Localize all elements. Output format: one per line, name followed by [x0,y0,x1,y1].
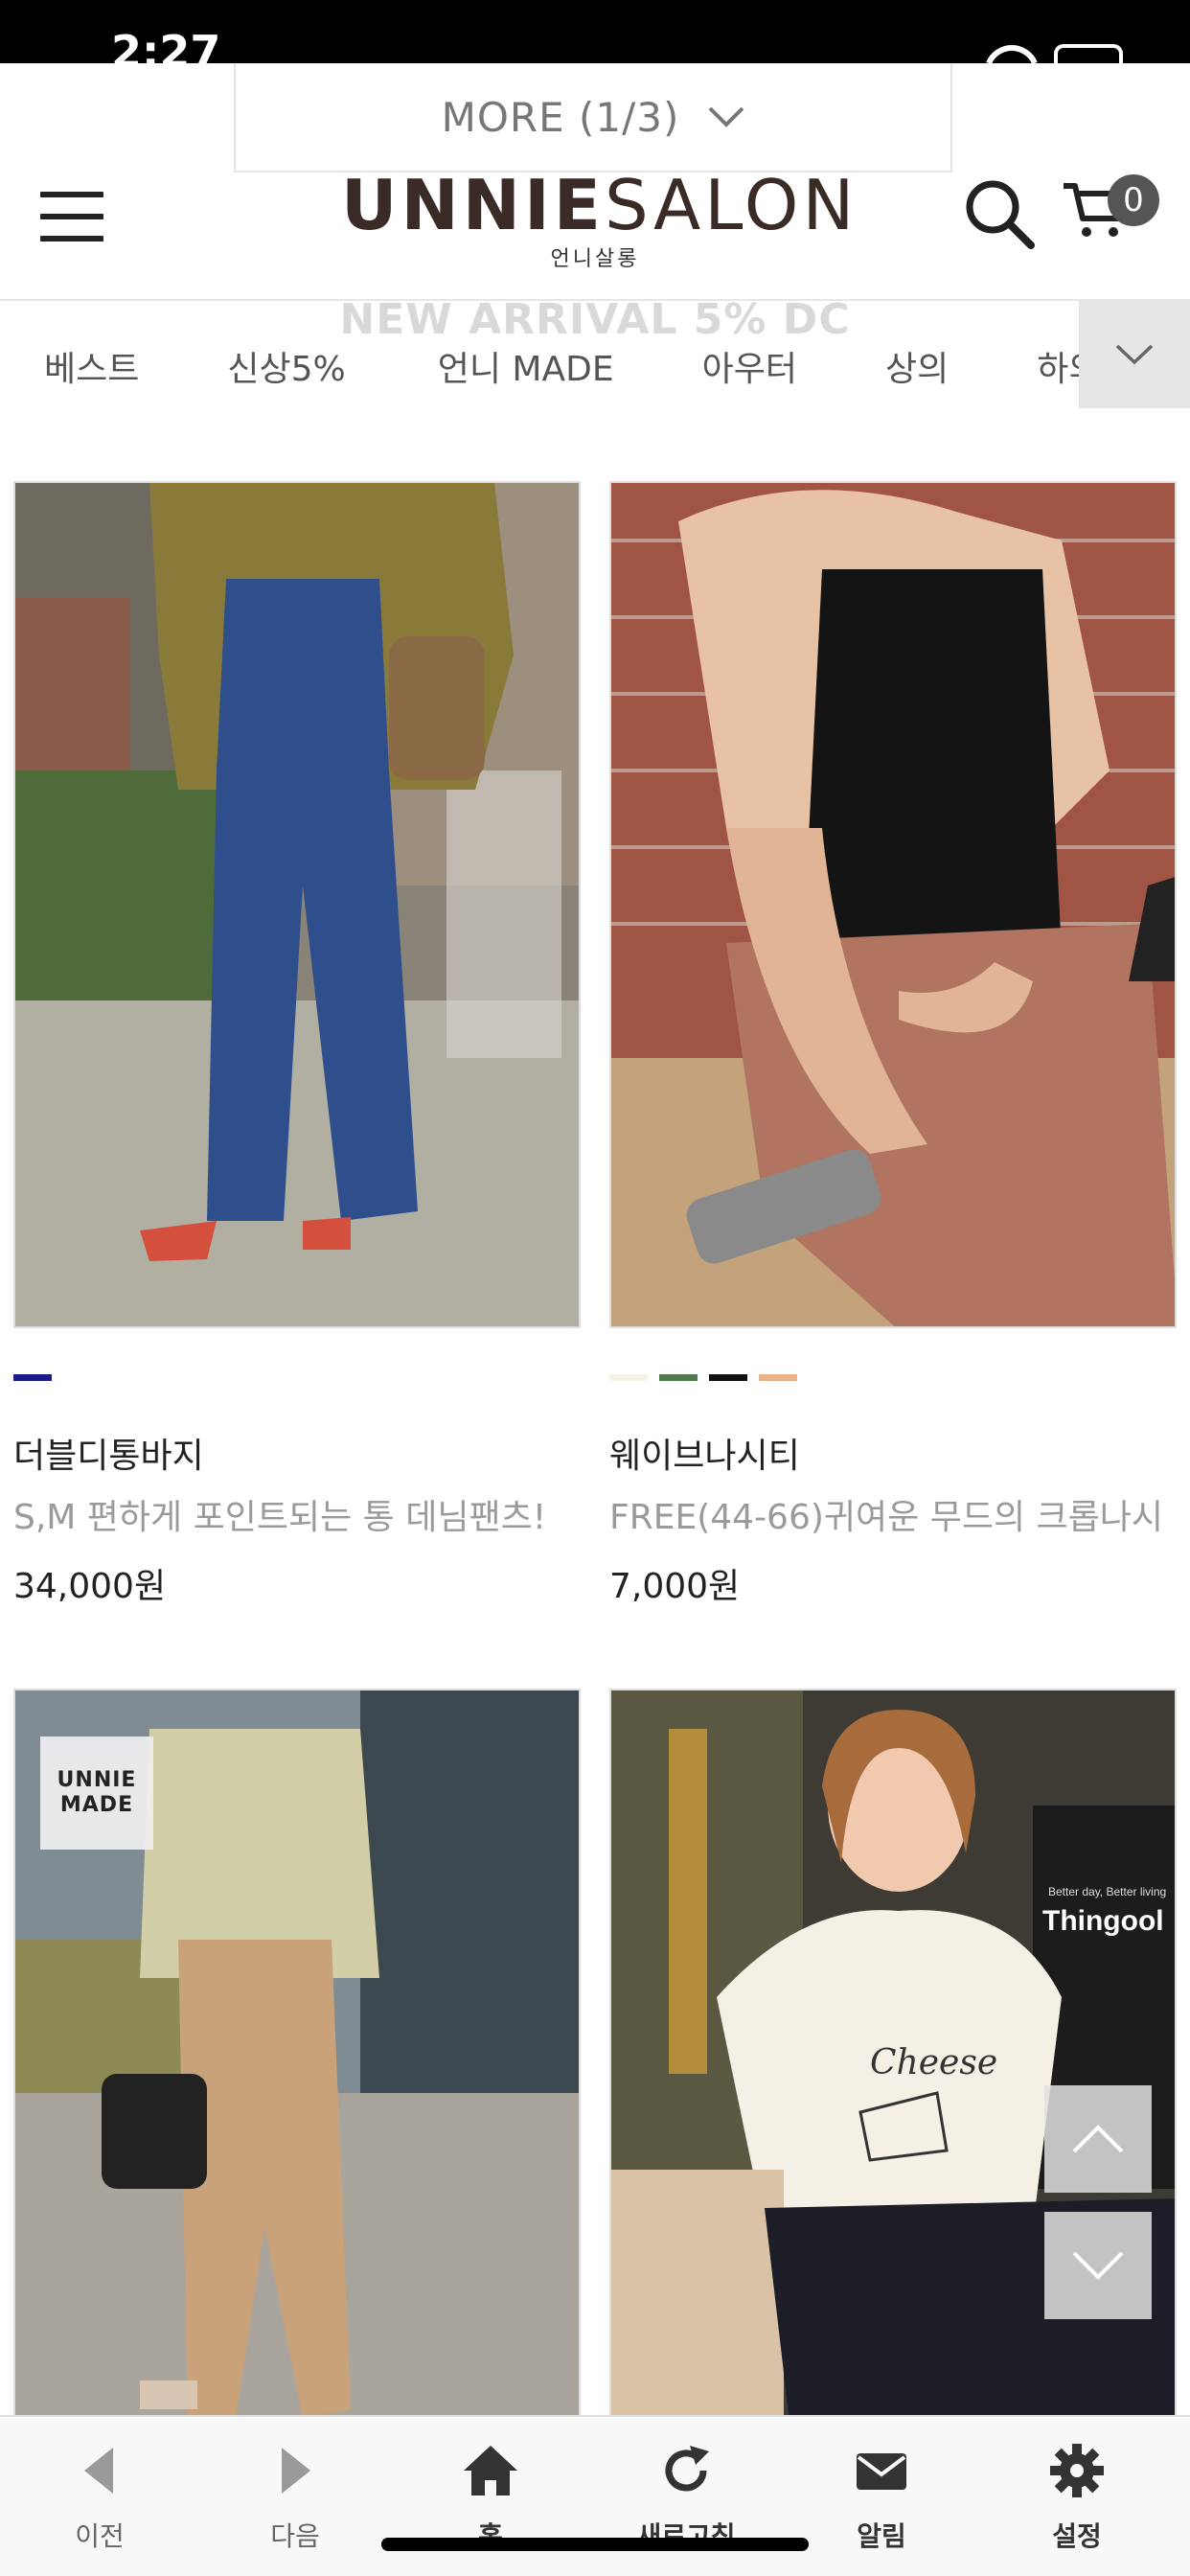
mail-icon [857,2453,906,2490]
product-price: 34,000원 [13,1567,167,1606]
forward-label: 다음 [270,2520,320,2552]
logo-thin-text: SALON [604,165,858,245]
category-item-unnie-made[interactable]: 언니 MADE [438,335,614,404]
settings-button[interactable]: 설정 [991,2417,1163,2576]
logo-bold-text: UNNIE [341,165,605,245]
site-logo[interactable]: UNNIESALON 언니살롱 [341,165,854,272]
search-icon[interactable] [964,178,1037,251]
cart-count-badge: 0 [1108,174,1159,226]
settings-label: 설정 [1052,2520,1102,2552]
back-button[interactable]: 이전 [13,2417,186,2576]
chevron-down-icon [1115,344,1154,365]
shirt-text: Cheese [870,2043,997,2082]
color-swatches [609,1374,1177,1382]
more-label: MORE (1/3) [441,93,680,141]
logo-subtitle: 언니살롱 [550,247,640,271]
chevron-up-icon [1072,2125,1124,2153]
gear-icon [1050,2444,1104,2497]
sign-small-text: Better day, Better living [1048,1885,1166,1898]
product-description: S,M 편하게 포인트되는 통 데님팬츠! [13,1498,547,1537]
home-icon [464,2446,517,2496]
color-swatches [13,1374,581,1382]
category-item-best[interactable]: 베스트 [44,335,139,404]
chevron-down-icon [1072,2251,1124,2280]
home-indicator[interactable] [381,2538,809,2551]
badge-line-2: MADE [59,1793,134,1817]
site-header: MORE (1/3) UNNIESALON 언니살롱 0 [0,63,1190,301]
refresh-icon [665,2446,709,2492]
product-price: 7,000원 [609,1567,741,1606]
product-image[interactable] [13,481,581,1328]
menu-icon[interactable] [40,192,103,242]
product-card[interactable]: 웨이브나시티 FREE(44-66)귀여운 무드의 크롭나시 7,000원 [609,481,1177,1608]
product-image[interactable] [609,481,1177,1328]
back-label: 이전 [75,2520,125,2552]
promo-banner-text: NEW ARRIVAL 5% DC [339,295,851,344]
forward-arrow-icon [282,2448,310,2494]
home-button[interactable]: 홈 [404,2417,577,2576]
refresh-button[interactable]: 새로고침 [600,2417,772,2576]
color-swatch [659,1374,698,1381]
unnie-made-badge: UNNIE MADE [40,1736,153,1850]
product-image[interactable]: UNNIE MADE [13,1689,581,2536]
scroll-to-bottom-button[interactable] [1044,2212,1152,2319]
color-swatch [609,1374,648,1381]
color-swatch [709,1374,747,1381]
bottom-toolbar: 이전 다음 홈 새로고침 알림 설정 [0,2415,1190,2576]
forward-button[interactable]: 다음 [209,2417,381,2576]
category-item-new[interactable]: 신상5% [227,335,345,404]
color-swatch [13,1374,52,1381]
product-name[interactable]: 웨이브나시티 [609,1436,1177,1478]
status-bar: 2:27 [0,0,1190,63]
category-nav: NEW ARRIVAL 5% DC 베스트 신상5% 언니 MADE 아우터 상… [0,295,1190,408]
badge-line-1: UNNIE [57,1768,137,1792]
category-expand-button[interactable] [1079,301,1190,408]
color-swatch [759,1374,797,1381]
category-item-outer[interactable]: 아우터 [702,335,797,404]
chevron-down-icon [708,106,744,127]
notifications-button[interactable]: 알림 [795,2417,968,2576]
sign-text: Thingool [1042,1905,1164,1937]
more-dropdown-button[interactable]: MORE (1/3) [234,63,952,172]
notifications-label: 알림 [857,2520,906,2552]
product-description: FREE(44-66)귀여운 무드의 크롭나시 [609,1498,1163,1537]
product-name[interactable]: 더블디통바지 [13,1436,581,1478]
product-card[interactable]: UNNIE MADE [13,1689,581,2536]
scroll-to-top-button[interactable] [1044,2085,1152,2193]
back-arrow-icon [84,2448,113,2494]
wifi-icon [986,45,1038,63]
product-card[interactable]: 더블디통바지 S,M 편하게 포인트되는 통 데님팬츠! 34,000원 [13,481,581,1608]
battery-icon [1054,44,1123,63]
category-item-top[interactable]: 상의 [885,335,949,404]
status-time: 2:27 [111,33,221,63]
